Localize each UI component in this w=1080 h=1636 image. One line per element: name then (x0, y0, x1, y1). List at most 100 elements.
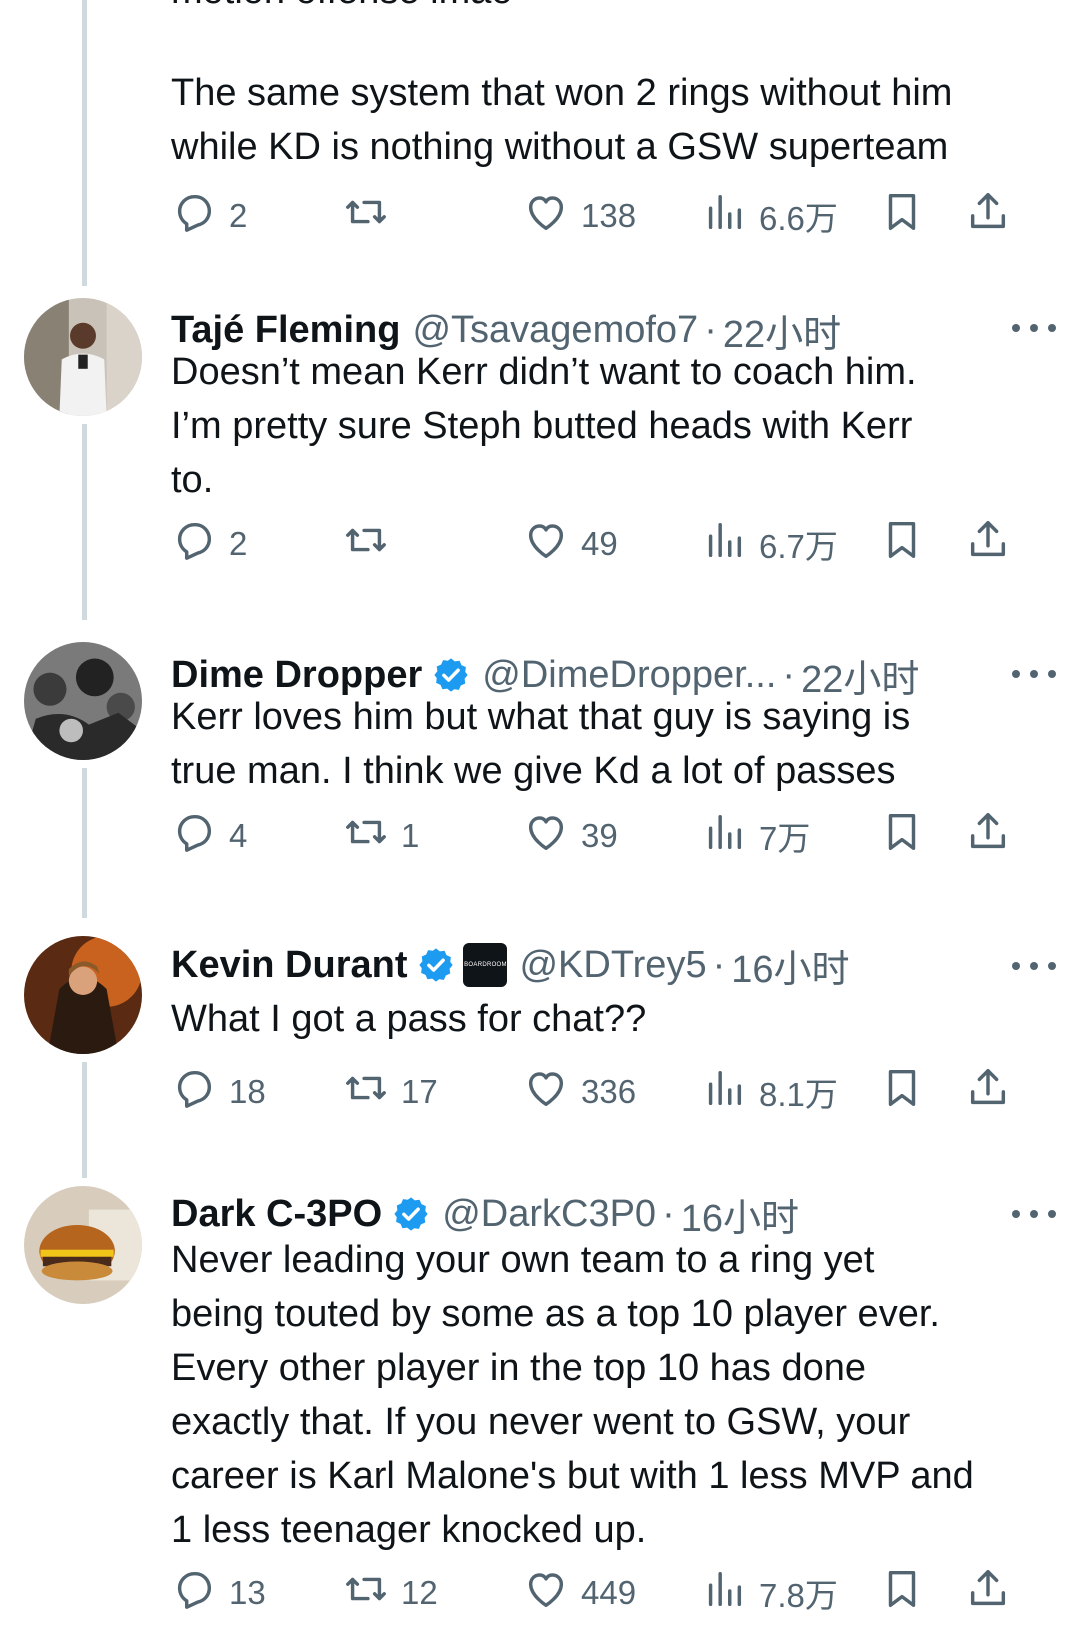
like-button[interactable]: 39 (523, 810, 618, 862)
more-icon (1030, 324, 1038, 332)
like-button[interactable]: 49 (523, 518, 618, 570)
avatar[interactable] (24, 298, 142, 416)
retweet-count: 1 (401, 817, 420, 854)
separator-dot: · (662, 1192, 675, 1235)
retweet-button[interactable]: 17 (343, 1066, 438, 1118)
more-icon (1048, 1210, 1056, 1218)
like-icon (523, 1065, 569, 1119)
retweet-count: 12 (401, 1574, 438, 1611)
tweet-header: Dark C-3PO @DarkC3P0 · 16小时 (171, 1189, 799, 1240)
tweet-actions: 13 12 449 7.8万 (171, 1567, 1061, 1619)
reply-icon (171, 1566, 217, 1620)
avatar[interactable] (24, 1186, 142, 1304)
views-button[interactable]: 6.7万 (701, 518, 838, 570)
verified-badge-icon (419, 948, 454, 982)
share-button[interactable] (965, 1066, 1011, 1118)
share-icon (965, 1065, 1011, 1119)
tweet-header: Kevin Durant BOARDROOM @KDTrey5 · 16小时 (171, 938, 850, 993)
tweet-actions: 2 138 6.6万 (171, 190, 1061, 242)
like-icon (523, 809, 569, 863)
bookmark-button[interactable] (879, 1066, 925, 1118)
retweet-button[interactable]: 1 (343, 810, 419, 862)
retweet-button[interactable] (343, 190, 401, 242)
views-icon (701, 1065, 747, 1119)
share-button[interactable] (965, 810, 1011, 862)
views-icon (701, 189, 747, 243)
views-count: 7.8万 (759, 1577, 838, 1614)
like-count: 39 (581, 817, 618, 854)
reply-button[interactable]: 2 (171, 518, 247, 570)
reply-count: 13 (229, 1574, 266, 1611)
reply-button[interactable]: 18 (171, 1066, 266, 1118)
views-icon (701, 1566, 747, 1620)
like-icon (523, 517, 569, 571)
like-button[interactable]: 336 (523, 1066, 636, 1118)
like-count: 138 (581, 197, 637, 234)
reply-button[interactable]: 2 (171, 190, 247, 242)
reply-button[interactable]: 13 (171, 1567, 266, 1619)
bookmark-button[interactable] (879, 810, 925, 862)
more-icon (1030, 670, 1038, 678)
views-count: 8.1万 (759, 1076, 838, 1113)
user-handle[interactable]: @KDTrey5 (519, 944, 706, 987)
separator-dot: · (712, 943, 726, 986)
bookmark-icon (879, 1065, 925, 1119)
share-icon (965, 189, 1011, 243)
views-button[interactable]: 8.1万 (701, 1066, 838, 1118)
reply-count: 2 (229, 197, 248, 234)
verified-badge-icon (434, 658, 468, 692)
views-button[interactable]: 6.6万 (701, 190, 838, 242)
like-button[interactable]: 449 (523, 1567, 636, 1619)
retweet-button[interactable]: 12 (343, 1567, 438, 1619)
display-name[interactable]: Dark C-3PO (171, 1193, 382, 1236)
share-button[interactable] (965, 1567, 1011, 1619)
display-name[interactable]: Kevin Durant (171, 944, 407, 987)
reply-button[interactable]: 4 (171, 810, 247, 862)
views-count: 7万 (759, 820, 811, 857)
views-button[interactable]: 7万 (701, 810, 810, 862)
retweet-icon (343, 189, 389, 243)
thread-line (82, 0, 87, 286)
more-icon (1012, 962, 1020, 970)
retweet-button[interactable] (343, 518, 401, 570)
like-button[interactable]: 138 (523, 190, 636, 242)
bookmark-icon (879, 1566, 925, 1620)
avatar[interactable] (24, 642, 142, 760)
views-icon (701, 517, 747, 571)
timestamp[interactable]: 16小时 (731, 938, 849, 993)
retweet-icon (343, 1065, 389, 1119)
more-icon (1012, 670, 1020, 678)
bookmark-icon (879, 517, 925, 571)
tweet-actions: 18 17 336 8.1万 (171, 1066, 1061, 1118)
affiliate-badge[interactable]: BOARDROOM (463, 943, 508, 987)
bookmark-button[interactable] (879, 518, 925, 570)
reply-count: 4 (229, 817, 248, 854)
more-icon (1048, 962, 1056, 970)
tweet-text: The same system that won 2 rings without… (171, 72, 953, 168)
more-icon (1048, 324, 1056, 332)
share-button[interactable] (965, 190, 1011, 242)
reply-count: 18 (229, 1073, 266, 1110)
more-icon (1030, 1210, 1038, 1218)
more-button[interactable] (1012, 318, 1056, 338)
bookmark-button[interactable] (879, 1567, 925, 1619)
bookmark-icon (879, 809, 925, 863)
share-button[interactable] (965, 518, 1011, 570)
thread-line (82, 1062, 87, 1178)
more-button[interactable] (1012, 956, 1056, 976)
retweet-icon (343, 809, 389, 863)
bookmark-button[interactable] (879, 190, 925, 242)
user-handle[interactable]: @DarkC3P0 (442, 1193, 656, 1236)
like-count: 49 (581, 525, 618, 562)
views-button[interactable]: 7.8万 (701, 1567, 838, 1619)
more-button[interactable] (1012, 1204, 1056, 1224)
avatar[interactable] (24, 936, 142, 1054)
like-icon (523, 1566, 569, 1620)
more-icon (1048, 670, 1056, 678)
more-icon (1030, 962, 1038, 970)
tweet-text: Doesn’t mean Kerr didn’t want to coach h… (171, 351, 917, 501)
more-button[interactable] (1012, 664, 1056, 684)
affiliate-label: BOARDROOM (464, 962, 507, 968)
views-icon (701, 809, 747, 863)
like-icon (523, 189, 569, 243)
